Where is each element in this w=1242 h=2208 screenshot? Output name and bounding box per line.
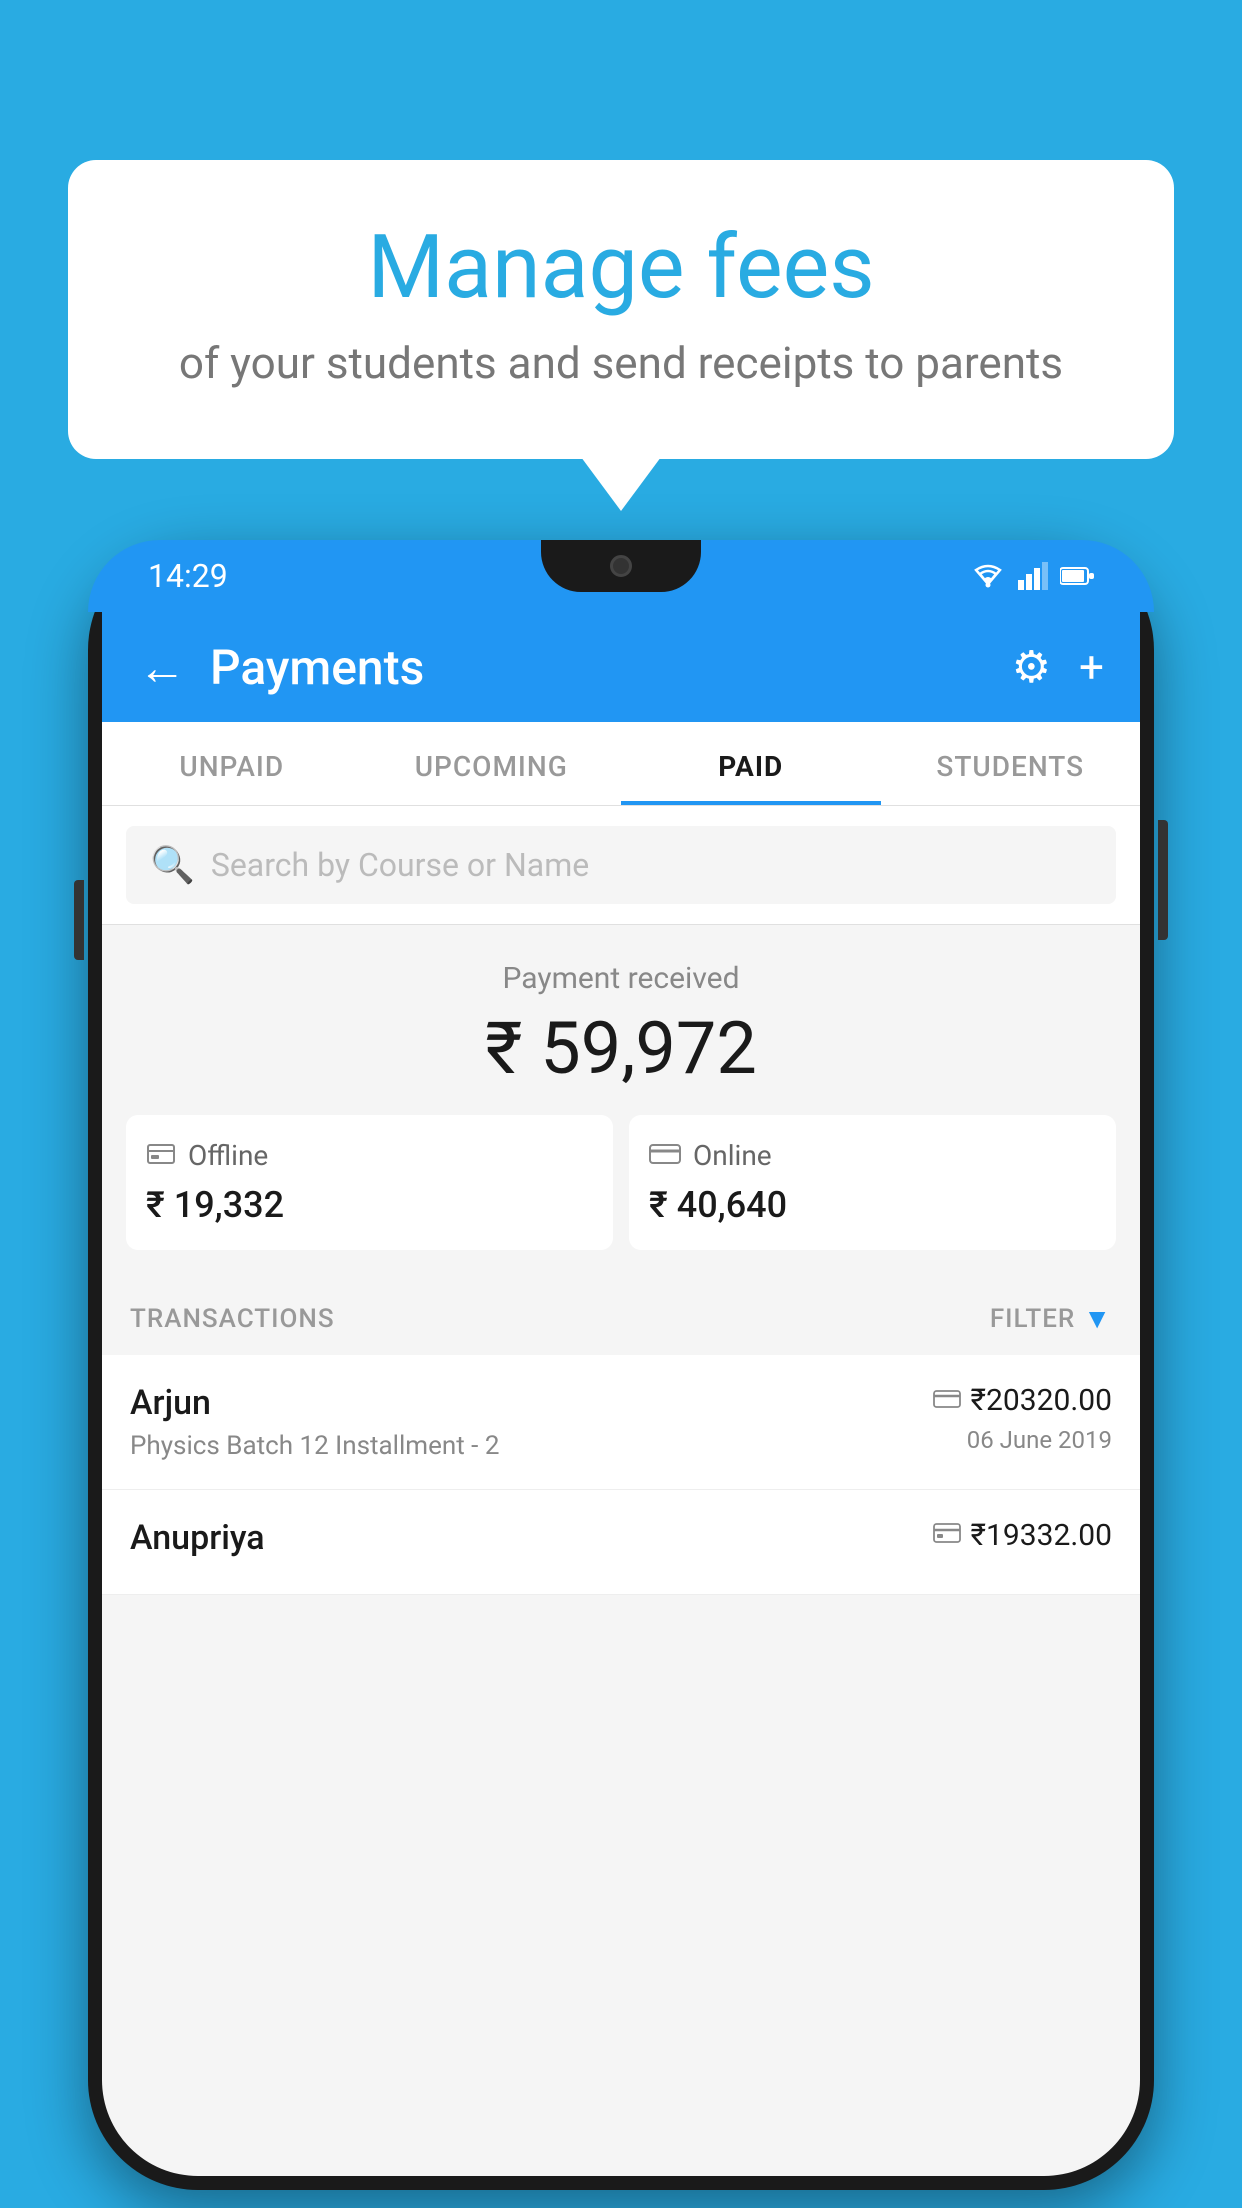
transaction-left: Arjun Physics Batch 12 Installment - 2: [130, 1383, 933, 1461]
header-icons: ⚙ +: [1012, 641, 1104, 693]
signal-icon: [1018, 562, 1048, 590]
payment-breakdown: Offline ₹ 19,332 Online: [126, 1115, 1116, 1250]
tab-upcoming[interactable]: UPCOMING: [362, 722, 622, 805]
transaction-amount: ₹20320.00: [971, 1383, 1112, 1418]
tab-paid[interactable]: PAID: [621, 722, 881, 805]
transaction-course: Physics Batch 12 Installment - 2: [130, 1431, 933, 1461]
wifi-icon: [970, 562, 1006, 590]
offline-icon: [146, 1139, 176, 1172]
transaction-right: ₹19332.00: [933, 1518, 1112, 1561]
online-payment-card: Online ₹ 40,640: [629, 1115, 1116, 1250]
tabs-bar: UNPAID UPCOMING PAID STUDENTS: [102, 722, 1140, 806]
payment-received-section: Payment received ₹ 59,972 Offline: [102, 925, 1140, 1278]
search-placeholder-text: Search by Course or Name: [211, 846, 589, 884]
table-row[interactable]: Arjun Physics Batch 12 Installment - 2 ₹…: [102, 1355, 1140, 1490]
status-icons: [970, 562, 1094, 590]
offline-payment-card: Offline ₹ 19,332: [126, 1115, 613, 1250]
phone-frame: 14:29: [88, 540, 1154, 2190]
speech-bubble: Manage fees of your students and send re…: [68, 160, 1174, 459]
search-container: 🔍 Search by Course or Name: [102, 806, 1140, 925]
battery-icon: [1060, 566, 1094, 586]
tab-unpaid[interactable]: UNPAID: [102, 722, 362, 805]
transaction-name: Arjun: [130, 1383, 933, 1423]
settings-icon[interactable]: ⚙: [1012, 641, 1051, 693]
phone-notch: [541, 540, 701, 592]
transaction-amount-row: ₹19332.00: [933, 1518, 1112, 1553]
transaction-right: ₹20320.00 06 June 2019: [933, 1383, 1112, 1454]
phone-camera: [610, 555, 632, 577]
offline-label-row: Offline: [146, 1139, 268, 1172]
transactions-header: TRANSACTIONS FILTER ▼: [102, 1278, 1140, 1355]
online-label: Online: [693, 1139, 772, 1172]
payment-total-amount: ₹ 59,972: [126, 1006, 1116, 1091]
status-bar: 14:29: [88, 540, 1154, 612]
app-header: ← Payments ⚙ +: [102, 612, 1140, 722]
transaction-left: Anupriya: [130, 1518, 933, 1566]
tab-students[interactable]: STUDENTS: [881, 722, 1141, 805]
search-icon: 🔍: [150, 844, 195, 886]
side-button-left: [74, 880, 84, 960]
offline-label: Offline: [188, 1139, 268, 1172]
filter-icon: ▼: [1083, 1302, 1112, 1335]
table-row[interactable]: Anupriya ₹19332.00: [102, 1490, 1140, 1595]
offline-amount: ₹ 19,332: [146, 1184, 284, 1226]
transaction-payment-icon: [933, 1386, 961, 1416]
add-icon[interactable]: +: [1079, 641, 1104, 693]
status-time: 14:29: [148, 557, 228, 595]
transaction-list: Arjun Physics Batch 12 Installment - 2 ₹…: [102, 1355, 1140, 1595]
side-button-right: [1158, 820, 1168, 940]
transaction-date: 06 June 2019: [933, 1426, 1112, 1454]
online-icon: [649, 1139, 681, 1172]
filter-button[interactable]: FILTER ▼: [990, 1302, 1112, 1335]
transaction-amount-row: ₹20320.00: [933, 1383, 1112, 1418]
payment-received-label: Payment received: [126, 961, 1116, 996]
back-button[interactable]: ←: [138, 639, 186, 696]
transaction-amount: ₹19332.00: [971, 1518, 1112, 1553]
transaction-payment-icon: [933, 1521, 961, 1551]
search-bar[interactable]: 🔍 Search by Course or Name: [126, 826, 1116, 904]
transaction-name: Anupriya: [130, 1518, 933, 1558]
page-title: Payments: [210, 639, 1012, 696]
online-amount: ₹ 40,640: [649, 1184, 787, 1226]
transactions-label: TRANSACTIONS: [130, 1304, 335, 1334]
speech-bubble-subtitle: of your students and send receipts to pa…: [148, 337, 1094, 389]
online-label-row: Online: [649, 1139, 772, 1172]
phone-screen: ← Payments ⚙ + UNPAID UPCOMING PAID STUD…: [102, 612, 1140, 2176]
speech-bubble-title: Manage fees: [148, 220, 1094, 317]
